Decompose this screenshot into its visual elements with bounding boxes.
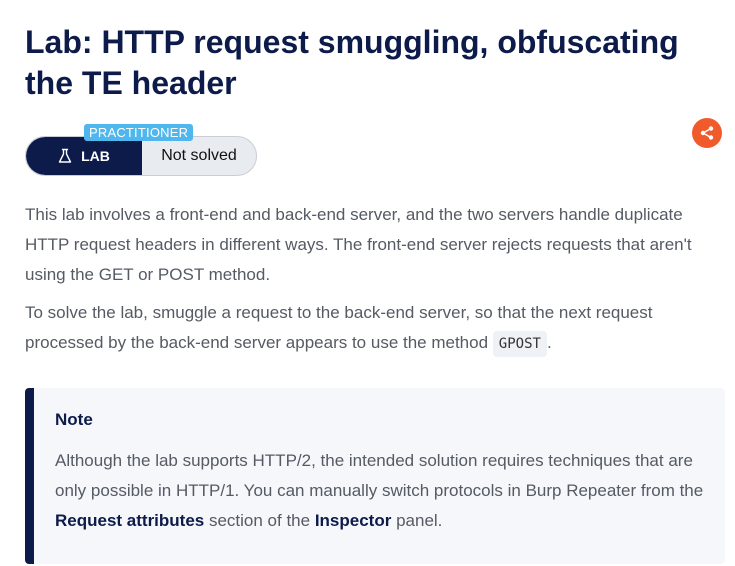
- note-callout: Note Although the lab supports HTTP/2, t…: [25, 388, 725, 564]
- lab-objective: To solve the lab, smuggle a request to t…: [25, 298, 725, 359]
- badge-pill: LAB Not solved: [25, 136, 257, 176]
- share-icon: [700, 126, 714, 140]
- request-attributes-label: Request attributes: [55, 511, 205, 530]
- share-button[interactable]: [692, 118, 722, 148]
- note-text-3: panel.: [391, 511, 443, 530]
- lab-description: This lab involves a front-end and back-e…: [25, 205, 692, 284]
- lab-page: Lab: HTTP request smuggling, obfuscating…: [0, 0, 735, 566]
- objective-text: To solve the lab, smuggle a request to t…: [25, 303, 653, 352]
- page-title: Lab: HTTP request smuggling, obfuscating…: [25, 24, 679, 101]
- lab-label: LAB: [81, 148, 110, 164]
- objective-period: .: [546, 333, 552, 352]
- note-title: Note: [55, 410, 93, 429]
- note-text-1: Although the lab supports HTTP/2, the in…: [55, 451, 704, 500]
- flask-icon: [58, 148, 72, 163]
- note-body: Although the lab supports HTTP/2, the in…: [55, 446, 715, 536]
- lab-label-segment: LAB: [26, 137, 142, 175]
- difficulty-badge: PRACTITIONER: [84, 124, 194, 141]
- note-text-2: section of the: [204, 511, 315, 530]
- status-label: Not solved: [161, 147, 237, 164]
- lab-status-badge: LAB Not solved PRACTITIONER: [25, 124, 257, 176]
- inspector-label: Inspector: [314, 511, 392, 530]
- method-code: GPOST: [492, 331, 547, 357]
